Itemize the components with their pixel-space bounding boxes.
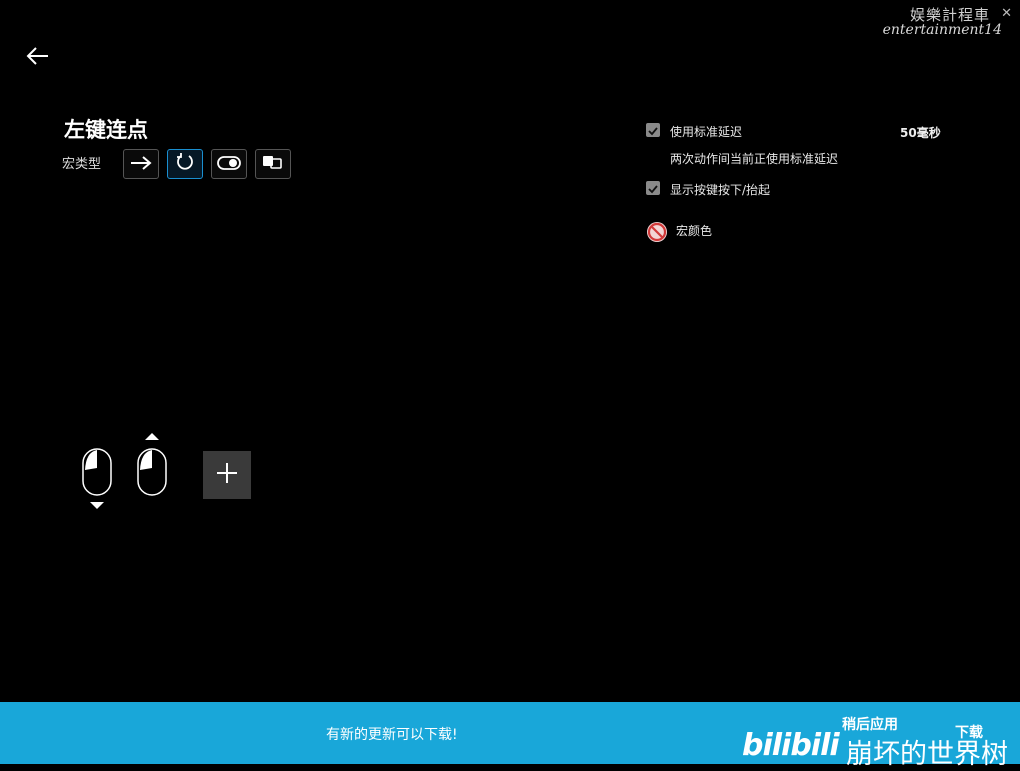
- repeat-loop-icon: [175, 152, 195, 176]
- macro-type-no-repeat-button[interactable]: [123, 149, 159, 179]
- standard-delay-value[interactable]: 50毫秒: [900, 124, 941, 141]
- mouse-left-release-icon[interactable]: [137, 448, 167, 496]
- macro-color-swatch[interactable]: [646, 221, 668, 243]
- macro-type-toggle-button[interactable]: [211, 149, 247, 179]
- no-color-icon: [646, 222, 668, 247]
- back-arrow-icon[interactable]: [24, 44, 52, 68]
- arrow-right-icon: [130, 155, 152, 174]
- update-message: 有新的更新可以下载!: [326, 727, 458, 743]
- standard-delay-checkbox[interactable]: [646, 123, 660, 137]
- bilibili-logo: bilibili: [742, 728, 840, 763]
- key-down-indicator-icon: [90, 502, 104, 509]
- checkmark-icon: [648, 121, 658, 140]
- key-up-indicator-icon: [145, 433, 159, 440]
- mouse-left-press-icon[interactable]: [82, 448, 112, 496]
- macro-type-label: 宏类型: [62, 157, 102, 172]
- macro-type-repeat-button[interactable]: [167, 149, 203, 179]
- sequence-icon: [262, 154, 284, 174]
- toggle-icon: [217, 155, 241, 174]
- apply-later-button[interactable]: 稍后应用: [842, 714, 898, 734]
- macro-type-sequence-button[interactable]: [255, 149, 291, 179]
- show-keypress-label: 显示按键按下/抬起: [670, 183, 771, 197]
- standard-delay-label: 使用标准延迟: [670, 125, 743, 139]
- close-icon[interactable]: ✕: [1001, 6, 1012, 21]
- plus-icon: [216, 462, 238, 488]
- standard-delay-description: 两次动作间当前正使用标准延迟: [670, 152, 839, 166]
- show-keypress-checkbox[interactable]: [646, 181, 660, 195]
- macro-title: 左键连点: [64, 118, 148, 142]
- checkmark-icon: [648, 179, 658, 198]
- uploader-watermark: 崩坏的世界树: [846, 739, 1008, 770]
- watermark-subtitle: entertainment14: [882, 22, 1002, 38]
- add-step-button[interactable]: [203, 451, 251, 499]
- macro-color-label: 宏颜色: [676, 224, 713, 238]
